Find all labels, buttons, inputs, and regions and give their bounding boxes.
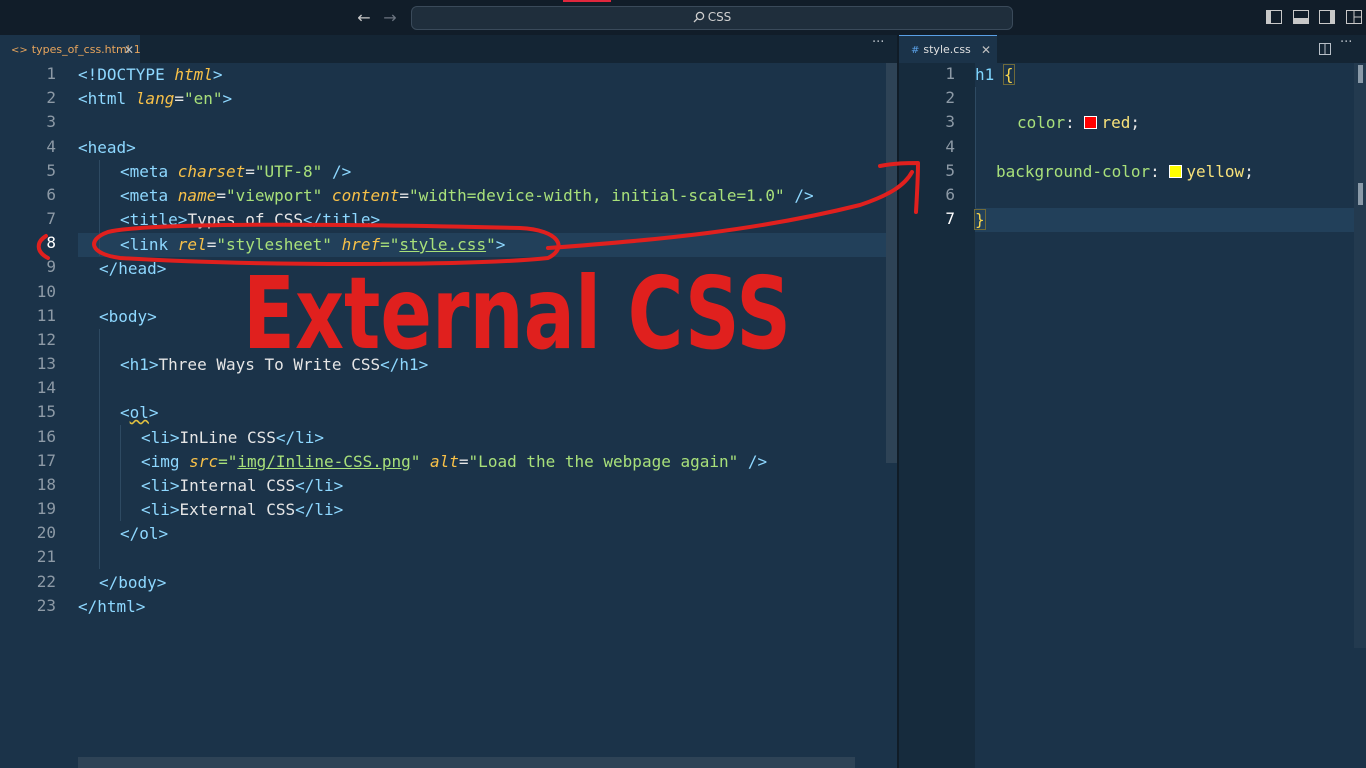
line-number: 23: [36, 596, 56, 615]
line-number: 9: [46, 257, 56, 276]
code-line-1: <!DOCTYPE html>: [78, 65, 223, 84]
css-code-area[interactable]: h1 { color: red; background-color: yello…: [974, 63, 1355, 768]
search-text: CSS: [707, 10, 732, 24]
tab-types-of-css-html[interactable]: <> types_of_css.html 1 ✕: [0, 35, 141, 64]
title-bar: ← → CSS: [0, 0, 1366, 35]
code-line-18: <li>Internal CSS</li>: [141, 476, 344, 495]
code-line-6: <meta name="viewport" content="width=dev…: [120, 186, 814, 205]
img-src-link: img/Inline-CSS.png: [237, 452, 411, 471]
line-number: 19: [36, 499, 56, 518]
line-number: 17: [36, 451, 56, 470]
line-number: 5: [46, 161, 56, 180]
line-number: 6: [46, 185, 56, 204]
line-number: 1: [945, 64, 955, 83]
line-number-gutter: 1 2 3 4 5 6 7 8 9 10 11 12 13 14 15 16 1…: [0, 63, 78, 768]
line-number-active: 8: [46, 233, 56, 252]
line-number: 3: [46, 112, 56, 131]
right-tab-bar: # style.css ✕ ···: [899, 35, 1366, 63]
back-arrow-icon[interactable]: ←: [354, 8, 374, 28]
html-editor[interactable]: 1 2 3 4 5 6 7 8 9 10 11 12 13 14 15 16 1…: [0, 63, 897, 768]
tab-style-css[interactable]: # style.css ✕: [899, 35, 997, 63]
line-number: 7: [46, 209, 56, 228]
line-number: 13: [36, 354, 56, 373]
more-actions-button[interactable]: ···: [872, 35, 884, 50]
close-tab-icon[interactable]: ✕: [981, 36, 991, 64]
code-line-9: </head>: [99, 259, 167, 278]
code-line-20: </ol>: [120, 524, 169, 543]
tab-filename: style.css: [923, 43, 971, 56]
css-line-5: background-color: yellow;: [996, 162, 1254, 181]
css-line-3: color: red;: [1017, 113, 1140, 132]
css-line-7: }: [974, 209, 986, 230]
line-number: 12: [36, 330, 56, 349]
line-number-active: 7: [945, 209, 955, 228]
scrollbar-thumb[interactable]: [1358, 65, 1363, 83]
code-line-11: <body>: [99, 307, 157, 326]
style-css-link: style.css: [399, 235, 487, 254]
line-number: 2: [945, 88, 955, 107]
code-line-7: <title>Types of CSS</title>: [120, 210, 381, 229]
line-number: 15: [36, 402, 56, 421]
close-tab-icon[interactable]: ✕: [124, 36, 134, 64]
color-swatch-red[interactable]: [1084, 116, 1098, 129]
line-number-gutter: 1 2 3 4 5 6 7: [899, 63, 975, 768]
current-line-highlight: [975, 208, 1354, 232]
customize-layout-icon[interactable]: [1346, 10, 1362, 24]
window-accent: [563, 0, 611, 2]
vertical-scrollbar[interactable]: [886, 63, 897, 463]
scrollbar-marker: [1358, 183, 1363, 205]
code-line-5: <meta charset="UTF-8" />: [120, 162, 352, 181]
code-line-16: <li>InLine CSS</li>: [141, 428, 325, 447]
toggle-primary-sidebar-icon[interactable]: [1266, 10, 1282, 24]
search-icon: [693, 11, 704, 23]
line-number: 22: [36, 572, 56, 591]
command-center-search[interactable]: CSS: [411, 6, 1013, 30]
line-number: 2: [46, 88, 56, 107]
css-line-1: h1 {: [975, 64, 1015, 85]
tab-filename: types_of_css.html: [31, 43, 130, 56]
line-number: 18: [36, 475, 56, 494]
code-line-8: <link rel="stylesheet" href="style.css">: [120, 235, 506, 254]
code-line-15: <ol>: [120, 403, 159, 422]
line-number: 11: [36, 306, 56, 325]
line-number: 10: [36, 282, 56, 301]
color-swatch-yellow[interactable]: [1169, 165, 1183, 178]
problem-count-badge: 1: [133, 43, 141, 56]
code-line-23: </html>: [78, 597, 146, 616]
line-number: 4: [46, 137, 56, 156]
line-number: 14: [36, 378, 56, 397]
html-code-area[interactable]: <!DOCTYPE html> <html lang="en"> <head> …: [78, 63, 886, 768]
toggle-secondary-sidebar-icon[interactable]: [1319, 10, 1335, 24]
indent-guide: [99, 329, 100, 569]
indent-guide: [975, 87, 976, 208]
line-number: 16: [36, 427, 56, 446]
line-number: 4: [945, 137, 955, 156]
line-number: 6: [945, 185, 955, 204]
html-code-icon: <>: [11, 45, 28, 56]
css-editor[interactable]: 1 2 3 4 5 6 7 h1 { color: red; backgroun…: [899, 63, 1366, 768]
line-number: 21: [36, 547, 56, 566]
line-number: 20: [36, 523, 56, 542]
split-editor-icon[interactable]: [1319, 43, 1331, 55]
vertical-scrollbar[interactable]: [1354, 63, 1366, 648]
toggle-panel-icon[interactable]: [1293, 10, 1309, 24]
code-line-2: <html lang="en">: [78, 89, 233, 108]
forward-arrow-icon[interactable]: →: [380, 8, 400, 28]
more-actions-button[interactable]: ···: [1340, 35, 1352, 50]
indent-guide: [99, 160, 100, 256]
code-line-19: <li>External CSS</li>: [141, 500, 344, 519]
code-line-13: <h1>Three Ways To Write CSS</h1>: [120, 355, 429, 374]
horizontal-scrollbar[interactable]: [78, 757, 855, 768]
indent-guide: [120, 425, 121, 521]
line-number: 3: [945, 112, 955, 131]
line-number: 1: [46, 64, 56, 83]
code-line-22: </body>: [99, 573, 167, 592]
code-line-17: <img src="img/Inline-CSS.png" alt="Load …: [141, 452, 768, 471]
code-line-4: <head>: [78, 138, 136, 157]
line-number: 5: [945, 161, 955, 180]
css-hash-icon: #: [911, 45, 920, 56]
left-tab-bar: <> types_of_css.html 1 ✕ ···: [0, 35, 897, 63]
